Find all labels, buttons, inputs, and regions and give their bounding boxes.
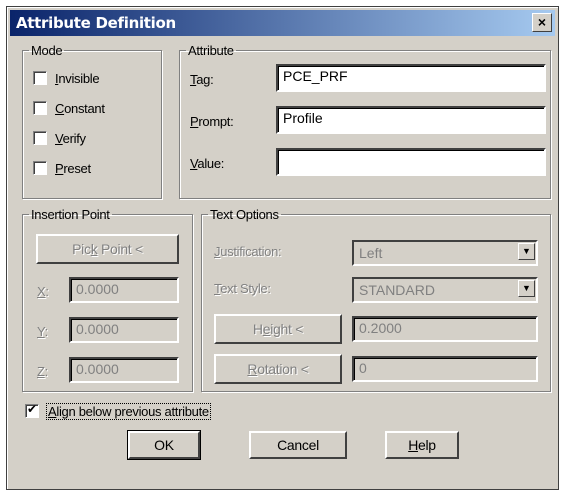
invisible-checkbox[interactable] [33,71,47,85]
height-input[interactable]: 0.2000 [352,316,538,342]
justification-select[interactable]: Left ▼ [352,240,538,266]
rotation-button[interactable]: Rotation < [214,354,342,384]
z-label: Z: [37,364,48,379]
x-label: X: [37,284,49,299]
pick-point-button[interactable]: Pick Point < [36,234,179,264]
help-button[interactable]: Help [385,431,459,459]
constant-checkbox-row[interactable]: Constant [33,98,105,118]
chevron-down-icon[interactable]: ▼ [518,280,535,297]
attribute-definition-dialog: Attribute Definition × Mode Invisible Co… [6,6,559,490]
x-input[interactable]: 0.0000 [69,277,179,303]
y-label: Y: [37,324,48,339]
preset-checkbox[interactable] [33,161,47,175]
y-input[interactable]: 0.0000 [69,317,179,343]
tag-label: Tag: [190,72,214,87]
value-input[interactable] [276,148,546,176]
justification-value: Left [359,245,383,261]
align-below-checkbox-row[interactable]: Align below previous attribute [25,401,211,421]
chevron-down-icon[interactable]: ▼ [518,243,535,260]
preset-checkbox-row[interactable]: Preset [33,158,91,178]
preset-label: Preset [55,160,91,176]
dialog-title: Attribute Definition [16,14,176,32]
text-options-group: Text Options Justification: Left ▼ Text … [201,207,551,392]
invisible-label: Invisible [55,70,100,86]
text-style-value: STANDARD [359,282,435,298]
align-below-checkbox[interactable] [25,402,39,418]
close-icon: × [537,14,547,30]
verify-label: Verify [55,130,86,146]
z-input[interactable]: 0.0000 [69,357,179,383]
align-below-label: Align below previous attribute [46,402,211,420]
text-style-select[interactable]: STANDARD ▼ [352,277,538,303]
text-options-legend: Text Options [210,207,279,222]
constant-checkbox[interactable] [33,101,47,115]
mode-group: Mode Invisible Constant Verify Preset [22,43,162,199]
cancel-button[interactable]: Cancel [249,431,347,459]
text-style-label: Text Style: [214,281,271,296]
tag-input[interactable]: PCE_PRF [276,64,546,92]
rotation-input[interactable]: 0 [352,356,538,382]
prompt-input[interactable]: Profile [276,106,546,134]
close-button[interactable]: × [532,13,552,32]
height-button[interactable]: Height < [214,314,342,344]
ok-button[interactable]: OK [127,430,201,460]
attribute-legend: Attribute [188,43,234,58]
prompt-label: Prompt: [190,114,234,129]
attribute-group: Attribute Tag: PCE_PRF Prompt: Profile V… [179,43,551,199]
value-label: Value: [190,156,225,171]
insertion-point-legend: Insertion Point [31,207,110,222]
verify-checkbox[interactable] [33,131,47,145]
justification-label: Justification: [214,244,282,259]
verify-checkbox-row[interactable]: Verify [33,128,86,148]
invisible-checkbox-row[interactable]: Invisible [33,68,100,88]
title-bar[interactable]: Attribute Definition × [10,10,555,36]
mode-legend: Mode [31,43,63,58]
constant-label: Constant [55,100,105,116]
insertion-point-group: Insertion Point Pick Point < X: 0.0000 Y… [22,207,193,392]
